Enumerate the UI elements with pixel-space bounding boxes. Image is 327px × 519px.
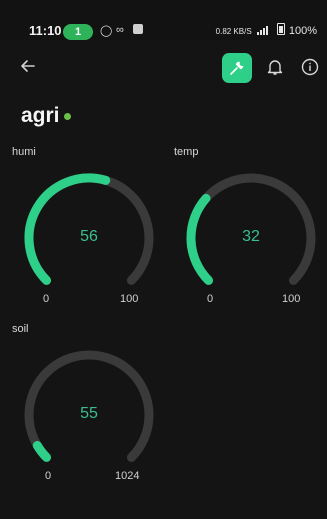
call-indicator-pill[interactable]: 1 bbox=[63, 24, 93, 40]
link-icon: ∞ bbox=[116, 24, 124, 36]
gauge-value: 55 bbox=[80, 405, 98, 422]
status-right: 0.82 KB/S 100% bbox=[216, 23, 317, 38]
gauge-max: 100 bbox=[120, 293, 139, 305]
widget-label-soil: soil bbox=[12, 323, 29, 335]
online-status-dot bbox=[64, 113, 71, 120]
gauge-soil[interactable]: 55 0 1024 bbox=[19, 343, 159, 493]
bell-icon bbox=[267, 60, 283, 75]
battery-icon bbox=[276, 23, 285, 35]
status-time: 11:10 bbox=[29, 23, 62, 38]
info-button[interactable] bbox=[300, 57, 320, 77]
gauge-max: 1024 bbox=[115, 470, 140, 482]
app-notification-icon bbox=[133, 24, 143, 34]
widget-label-temp: temp bbox=[174, 146, 199, 158]
call-count: 1 bbox=[74, 26, 82, 38]
signal-icon bbox=[256, 25, 273, 38]
settings-button[interactable] bbox=[222, 53, 252, 83]
gauge-temp[interactable]: 32 0 100 bbox=[181, 166, 321, 316]
arrow-left-icon bbox=[21, 60, 35, 72]
gauge-fill bbox=[32, 440, 52, 462]
widget-label-humi: humi bbox=[12, 146, 36, 158]
gauge-max: 100 bbox=[282, 293, 301, 305]
notifications-button[interactable] bbox=[265, 57, 285, 77]
whatsapp-icon: ◯ bbox=[100, 25, 113, 37]
gauge-min: 0 bbox=[207, 293, 214, 305]
device-name: agri bbox=[21, 104, 60, 127]
net-speed: 0.82 KB/S bbox=[215, 27, 252, 36]
gauge-min: 0 bbox=[45, 470, 52, 482]
gauge-min: 0 bbox=[43, 293, 50, 305]
wrench-icon bbox=[230, 61, 244, 75]
info-circle-icon bbox=[301, 58, 319, 76]
gauge-humi[interactable]: 56 0 100 bbox=[19, 166, 159, 316]
battery-level: 100% bbox=[288, 25, 317, 37]
app-toolbar bbox=[0, 48, 327, 92]
gauge-value: 56 bbox=[80, 228, 98, 245]
gauge-value: 32 bbox=[242, 228, 260, 245]
back-button[interactable] bbox=[18, 56, 40, 78]
status-bar: 11:10 1 ◯ ∞ 0.82 KB/S 100% bbox=[0, 0, 327, 40]
